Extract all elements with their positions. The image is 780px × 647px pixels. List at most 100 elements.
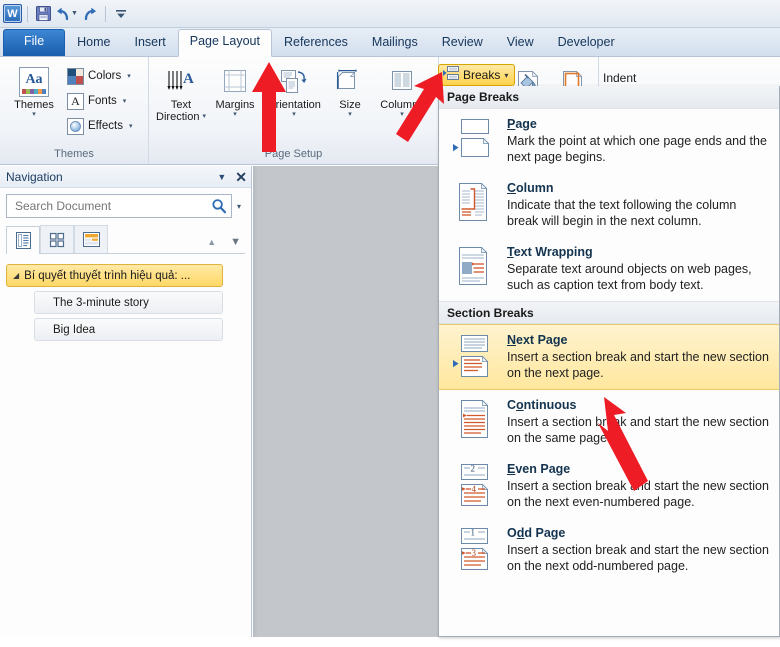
svg-text:1: 1 [471, 528, 476, 538]
effects-icon [67, 118, 84, 135]
text-direction-label-2: Direction [156, 111, 199, 123]
menu-item-title: Next Page [507, 332, 771, 348]
svg-text:A: A [183, 71, 194, 87]
chevron-down-icon[interactable]: ▾ [292, 111, 296, 119]
undo-dropdown-icon[interactable]: ▼ [71, 10, 78, 17]
svg-text:4: 4 [472, 484, 477, 494]
menu-item-text: Page Mark the point at which one page en… [507, 116, 771, 165]
size-button[interactable]: Size ▾ [327, 63, 373, 119]
chevron-down-icon[interactable]: ▾ [504, 71, 508, 80]
themes-icon: Aa [19, 65, 49, 99]
text-wrapping-break-icon [449, 244, 497, 286]
menu-item-column[interactable]: Column Indicate that the text following … [439, 173, 779, 237]
themes-button-label: Themes [14, 99, 54, 111]
menu-item-description: Mark the point at which one page ends an… [507, 133, 771, 165]
search-input[interactable] [13, 198, 211, 214]
close-icon[interactable]: ✕ [235, 170, 247, 184]
chevron-down-icon[interactable]: ▾ [129, 122, 133, 130]
search-input-wrapper[interactable] [6, 194, 232, 218]
text-direction-label-1: Text [171, 99, 191, 111]
menu-item-title: Page [507, 116, 771, 132]
tab-home[interactable]: Home [65, 31, 122, 56]
ribbon-tab-strip: File Home Insert Page Layout References … [0, 28, 780, 57]
menu-item-odd-page[interactable]: 1 3 Odd Page Insert a section break and … [439, 518, 779, 582]
tab-insert[interactable]: Insert [123, 31, 178, 56]
column-break-icon [449, 180, 497, 222]
chevron-down-icon[interactable]: ▾ [233, 111, 237, 119]
office-logo-icon[interactable]: W [3, 4, 22, 23]
list-item[interactable]: ◢ Bí quyết thuyết trình hiệu quả: ... [6, 264, 223, 287]
heading-label: The 3-minute story [53, 297, 149, 309]
odd-page-break-icon: 1 3 [449, 525, 497, 571]
menu-section-section-breaks: Section Breaks [439, 301, 779, 324]
previous-heading-arrow[interactable]: ▲ [207, 237, 216, 247]
indent-label: Indent [603, 63, 636, 85]
menu-item-description: Separate text around objects on web page… [507, 261, 771, 293]
headings-tab[interactable] [6, 226, 40, 254]
theme-colors-button[interactable]: Colors ▾ [64, 64, 135, 88]
search-icon[interactable] [211, 198, 227, 214]
list-item[interactable]: Big Idea [34, 318, 223, 341]
redo-icon[interactable] [80, 4, 100, 24]
collapse-triangle-icon[interactable]: ◢ [13, 271, 19, 280]
arrow-to-page-layout-tab [249, 62, 289, 152]
svg-text:2: 2 [471, 464, 476, 474]
fonts-icon: A [67, 93, 84, 110]
document-canvas[interactable] [253, 166, 438, 637]
text-direction-icon: A [166, 65, 196, 99]
theme-fonts-button[interactable]: A Fonts ▾ [64, 89, 135, 113]
breaks-dropdown-menu: Page Breaks Page Mark the point at which… [438, 86, 780, 637]
menu-item-description: Insert a section break and start the new… [507, 349, 771, 381]
arrow-to-breaks-button [398, 70, 468, 160]
theme-colors-label: Colors [88, 70, 121, 82]
chevron-down-icon[interactable]: ▾ [202, 113, 206, 121]
svg-text:3: 3 [472, 548, 477, 558]
menu-item-title: Text Wrapping [507, 244, 771, 260]
heading-label: Big Idea [53, 324, 95, 336]
colors-icon [67, 68, 84, 85]
ribbon-group-page-setup-label: Page Setup [153, 148, 434, 164]
theme-effects-label: Effects [88, 120, 123, 132]
menu-item-text-wrapping[interactable]: Text Wrapping Separate text around objec… [439, 237, 779, 301]
theme-effects-button[interactable]: Effects ▾ [64, 114, 135, 138]
chevron-down-icon[interactable]: ▾ [127, 72, 131, 80]
navigation-arrows: ▲ ▼ [207, 236, 245, 253]
toolbar-divider-2 [105, 6, 106, 22]
tab-file[interactable]: File [3, 29, 65, 56]
search-options-caret-icon[interactable]: ▾ [232, 202, 245, 211]
chevron-down-icon[interactable]: ▾ [123, 97, 127, 105]
chevron-down-icon[interactable]: ▾ [32, 111, 36, 119]
tab-mailings[interactable]: Mailings [360, 31, 430, 56]
margins-icon [221, 65, 249, 99]
themes-button[interactable]: Aa Themes ▾ [4, 63, 64, 119]
size-label: Size [339, 99, 360, 111]
menu-item-next-page[interactable]: Next Page Insert a section break and sta… [439, 324, 779, 390]
next-heading-arrow[interactable]: ▼ [230, 236, 241, 248]
navigation-view-tabs: ▲ ▼ [6, 224, 245, 254]
tab-page-layout[interactable]: Page Layout [178, 29, 272, 57]
tab-review[interactable]: Review [430, 31, 495, 56]
undo-icon[interactable] [53, 4, 73, 24]
continuous-break-icon [449, 397, 497, 439]
navigation-pane: Navigation ▼ ✕ ▾ [0, 166, 252, 637]
tab-developer[interactable]: Developer [546, 31, 627, 56]
list-item[interactable]: The 3-minute story [34, 291, 223, 314]
results-tab[interactable] [74, 225, 108, 253]
menu-item-text: Odd Page Insert a section break and star… [507, 525, 771, 574]
text-direction-button[interactable]: A Text Direction ▾ [153, 63, 209, 123]
menu-item-page[interactable]: Page Mark the point at which one page en… [439, 109, 779, 173]
save-icon[interactable] [33, 4, 53, 24]
tab-references[interactable]: References [272, 31, 360, 56]
tab-view[interactable]: View [495, 31, 546, 56]
arrow-to-next-page-item [590, 395, 670, 495]
chevron-down-icon[interactable]: ▾ [348, 111, 352, 119]
theme-fonts-label: Fonts [88, 95, 117, 107]
pages-tab[interactable] [40, 225, 74, 253]
ribbon-group-themes: Aa Themes ▾ Colors [0, 57, 148, 164]
ribbon-group-themes-label: Themes [4, 148, 144, 164]
chevron-down-icon[interactable]: ▼ [217, 172, 226, 182]
themes-small-buttons: Colors ▾ A Fonts ▾ Effects ▾ [64, 63, 135, 138]
customize-toolbar-icon[interactable] [111, 4, 131, 24]
menu-item-title: Odd Page [507, 525, 771, 541]
navigation-search-row: ▾ [0, 188, 251, 222]
